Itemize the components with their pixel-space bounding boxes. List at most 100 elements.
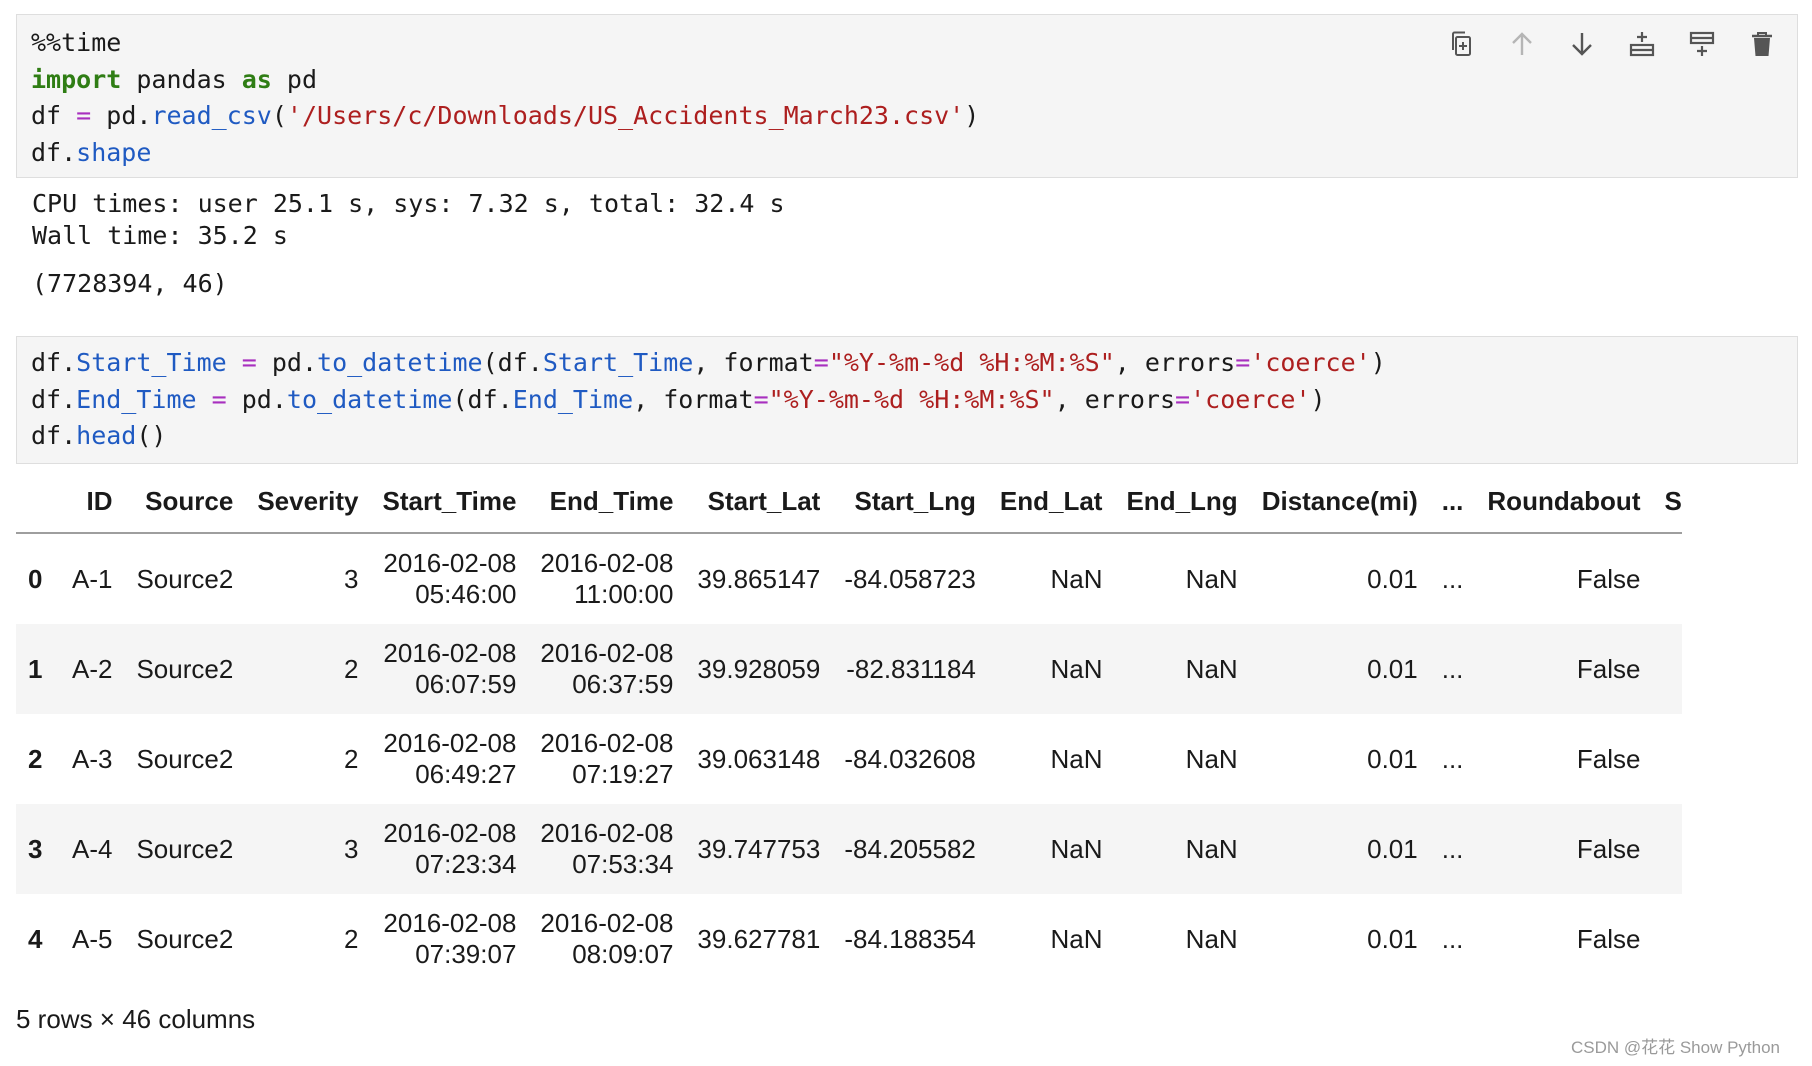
- copy-cell-button[interactable]: [1443, 25, 1481, 63]
- code-token: "%Y-%m-%d %H:%M:%S": [828, 348, 1115, 377]
- code-editor[interactable]: df.Start_Time = pd.to_datetime(df.Start_…: [31, 345, 1386, 455]
- code-token: pd.: [91, 101, 152, 130]
- code-line: df.head(): [31, 418, 1386, 455]
- column-header: End_Lat: [987, 470, 1115, 534]
- code-token: =: [76, 101, 92, 130]
- id-cell: A-5: [72, 923, 113, 954]
- time-part: 07:53:34: [572, 849, 674, 879]
- code-token: df: [31, 101, 77, 130]
- start-lng-cell: -82.831184: [846, 653, 976, 684]
- shape-result: (7728394, 46): [32, 269, 228, 298]
- distance-cell: 0.01: [1367, 923, 1418, 954]
- ellipsis-cell: ...: [1441, 923, 1464, 954]
- start-time-cell: 2016-02-08 06:49:27: [371, 714, 529, 804]
- date-part: 2016-02-08: [383, 728, 517, 758]
- end-lat-cell: NaN: [1050, 743, 1103, 774]
- ellipsis-cell: ...: [1441, 833, 1464, 864]
- code-editor[interactable]: %%time import pandas as pd df = pd.read_cs…: [31, 25, 979, 171]
- start-lat-cell: 39.063148: [697, 743, 821, 774]
- date-part: 2016-02-08: [540, 638, 674, 668]
- truncated-cell: [1652, 624, 1681, 714]
- code-line: import pandas as pd: [31, 62, 979, 99]
- start-lng-cell: -84.188354: [844, 923, 976, 954]
- severity-cell: 2: [344, 653, 359, 684]
- date-part: 2016-02-08: [383, 818, 517, 848]
- start-lat-cell: 39.627781: [697, 923, 821, 954]
- date-part: 2016-02-08: [540, 548, 674, 578]
- code-token: 'coerce': [1250, 348, 1371, 377]
- code-cell-read-csv[interactable]: %%time import pandas as pd df = pd.read_cs…: [16, 14, 1798, 178]
- code-token: pd.: [226, 384, 287, 414]
- code-token: Start_Time: [76, 348, 227, 377]
- watermark: CSDN @花花 Show Python: [1570, 1038, 1780, 1057]
- code-cell-to-datetime[interactable]: df.Start_Time = pd.to_datetime(df.Start_…: [16, 336, 1798, 464]
- code-token: pd: [271, 64, 317, 94]
- time-part: 08:09:07: [572, 939, 674, 969]
- table-row: 4 A-5 Source2 2 2016-02-08 07:39:07 2016-02-08…: [16, 894, 1682, 984]
- ellipsis-cell: ...: [1441, 563, 1464, 594]
- code-token: ): [1310, 384, 1326, 414]
- end-lng-cell: NaN: [1185, 833, 1238, 864]
- move-up-icon: [1512, 32, 1532, 55]
- move-down-icon: [1572, 33, 1592, 56]
- code-token: (df.: [452, 384, 513, 414]
- cpu-times-line: CPU times: user 25.1 s, sys: 7.32 s, tot…: [32, 189, 785, 218]
- table-row: 2 A-3 Source2 2 2016-02-08 06:49:27 2016-02-08…: [16, 714, 1682, 804]
- column-header: Start_Time: [370, 470, 529, 534]
- end-time-cell: 2016-02-08 06:37:59: [528, 624, 685, 714]
- move-down-button[interactable]: [1563, 25, 1601, 63]
- start-time-cell: 2016-02-08 07:23:34: [371, 804, 529, 894]
- date-part: 2016-02-08: [383, 908, 517, 938]
- delete-cell-button[interactable]: [1743, 25, 1781, 63]
- start-lng-cell: -84.205582: [844, 833, 976, 864]
- date-part: 2016-02-08: [383, 548, 517, 578]
- code-token: =: [241, 348, 257, 377]
- column-header: Source: [124, 470, 246, 534]
- end-lat-cell: NaN: [1050, 563, 1103, 594]
- code-token: to_datetime: [286, 384, 453, 414]
- ellipsis-cell: ...: [1441, 653, 1464, 684]
- code-token: Start_Time: [542, 348, 694, 377]
- table-row: 3 A-4 Source2 3 2016-02-08 07:23:34 2016-02-08…: [16, 804, 1682, 894]
- code-line: %%time: [31, 25, 979, 62]
- distance-cell: 0.01: [1367, 563, 1418, 594]
- end-lat-cell: NaN: [1050, 653, 1103, 684]
- time-part: 06:07:59: [415, 669, 517, 699]
- column-header: Roundabout: [1475, 470, 1653, 534]
- index-header: [16, 470, 60, 534]
- dataframe-footer: 5 rows × 46 columns: [16, 1004, 256, 1034]
- move-up-button[interactable]: [1503, 25, 1541, 63]
- code-token: (): [136, 421, 167, 450]
- date-part: 2016-02-08: [383, 638, 517, 668]
- end-lng-cell: NaN: [1185, 923, 1238, 954]
- insert-above-icon: [1629, 32, 1655, 57]
- column-header: Start_Lat: [685, 470, 833, 534]
- start-time-cell: 2016-02-08 07:39:07: [371, 894, 529, 984]
- source-cell: Source2: [136, 563, 234, 594]
- column-header: End_Time: [528, 470, 686, 534]
- end-time-cell: 2016-02-08 11:00:00: [528, 533, 685, 624]
- code-token: to_datetime: [317, 348, 483, 377]
- row-index: 3: [28, 833, 43, 864]
- column-header: End_Lng: [1114, 470, 1250, 534]
- table-header-row: ID Source Severity Start_Time End_Time S…: [16, 470, 1682, 534]
- source-cell: Source2: [136, 923, 234, 954]
- code-token: =: [1175, 384, 1191, 414]
- code-token: df.: [31, 384, 77, 414]
- severity-cell: 3: [344, 563, 359, 594]
- date-part: 2016-02-08: [540, 818, 674, 848]
- row-index: 2: [28, 743, 43, 774]
- table-row: 0 A-1 Source2 3 2016-02-08 05:46:00 2016-02-08…: [16, 533, 1682, 624]
- time-part: 11:00:00: [574, 579, 674, 609]
- code-line: df = pd.read_csv('/Users/c/Downloads/US_…: [31, 98, 979, 135]
- end-lng-cell: NaN: [1185, 653, 1238, 684]
- insert-below-button[interactable]: [1683, 25, 1721, 63]
- time-part: 07:23:34: [415, 849, 517, 879]
- code-token: import: [31, 64, 122, 94]
- code-token: read_csv: [151, 101, 272, 130]
- start-time-cell: 2016-02-08 05:46:00: [371, 533, 529, 624]
- wall-time-line: Wall time: 35.2 s: [32, 221, 288, 250]
- insert-above-button[interactable]: [1623, 25, 1661, 63]
- code-token: =: [813, 348, 829, 377]
